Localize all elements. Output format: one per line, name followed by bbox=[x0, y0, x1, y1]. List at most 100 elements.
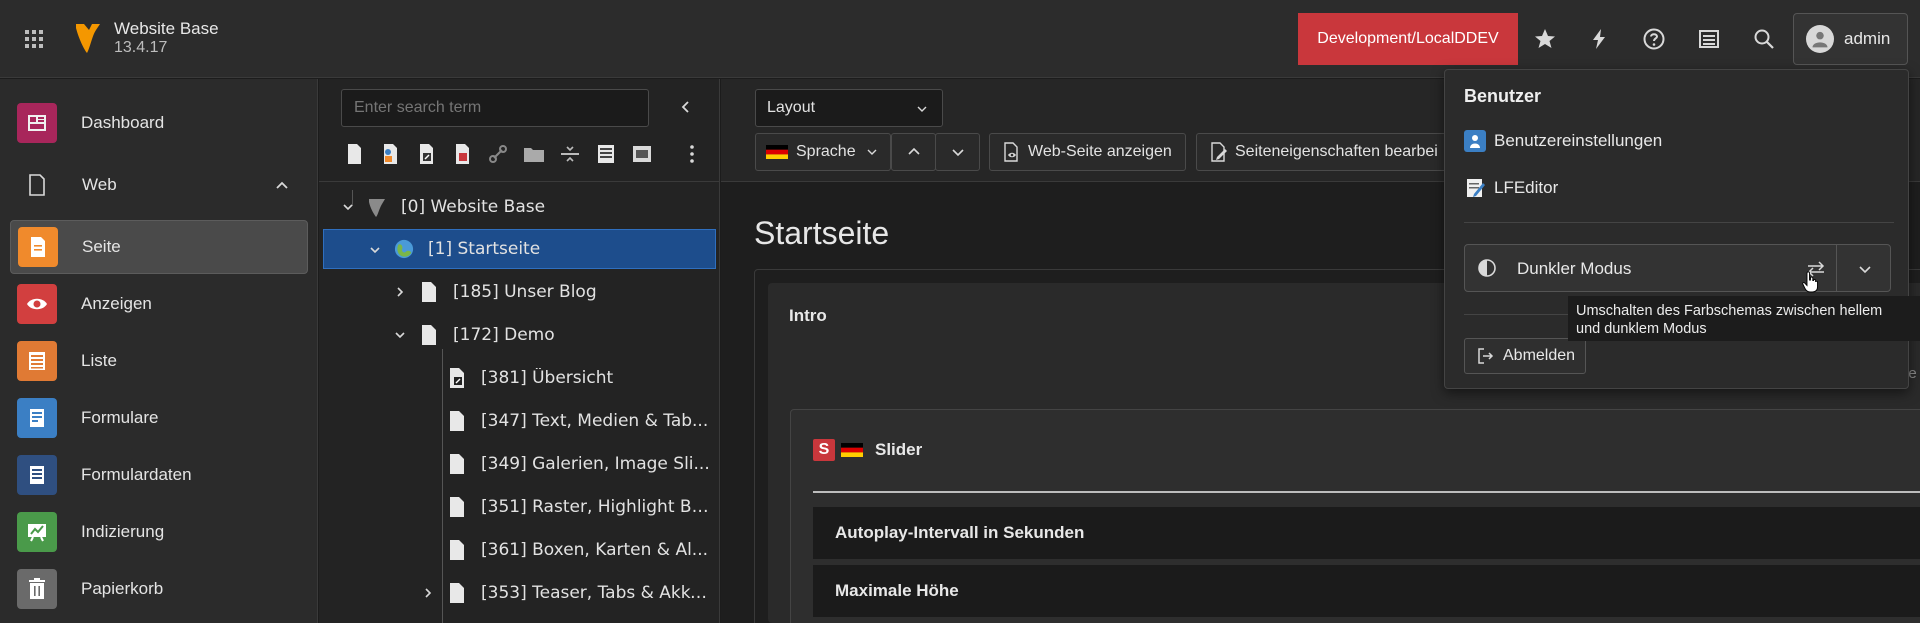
recycler-page-icon[interactable] bbox=[629, 141, 655, 167]
grid-icon[interactable] bbox=[22, 27, 46, 51]
top-bar: Website Base 13.4.17 Development/LocalDD… bbox=[0, 0, 1920, 78]
trash-icon bbox=[17, 569, 57, 609]
page-properties-button[interactable]: Seiteneigenschaften bearbei bbox=[1196, 133, 1456, 171]
module-page[interactable]: Seite bbox=[10, 220, 308, 274]
tree-node[interactable]: [349] Galerien, Image Sli... bbox=[323, 444, 716, 484]
layout-select-value: Layout bbox=[767, 99, 816, 116]
chevron-right-icon[interactable] bbox=[393, 285, 407, 299]
tree-node[interactable]: [347] Text, Medien & Tab... bbox=[323, 401, 716, 441]
tree-node-label: [381] Übersicht bbox=[481, 368, 614, 388]
content-element-title: Slider bbox=[875, 440, 923, 459]
list-icon bbox=[17, 341, 57, 381]
move-up-button[interactable] bbox=[891, 133, 936, 171]
page-icon bbox=[422, 282, 436, 302]
page-title: Startseite bbox=[754, 215, 890, 251]
chevron-down-icon[interactable] bbox=[1858, 262, 1872, 276]
site-version: 13.4.17 bbox=[114, 39, 168, 56]
user-icon bbox=[1806, 25, 1834, 53]
external-link-page-icon[interactable] bbox=[449, 141, 475, 167]
spacer-icon[interactable] bbox=[557, 141, 583, 167]
field-row: Autoplay-Intervall in Sekunden bbox=[813, 507, 1920, 559]
module-forms[interactable]: Formulare bbox=[10, 391, 308, 445]
divider bbox=[319, 181, 720, 182]
tree-search-input[interactable] bbox=[341, 89, 649, 127]
view-webpage-label: Web-Seite anzeigen bbox=[1028, 143, 1172, 160]
module-list[interactable]: Liste bbox=[10, 334, 308, 388]
tooltip-line: und dunklem Modus bbox=[1576, 321, 1707, 337]
list-icon[interactable] bbox=[1694, 24, 1724, 54]
lfeditor-icon bbox=[1464, 177, 1486, 199]
contrast-icon bbox=[1478, 259, 1496, 277]
page-icon bbox=[450, 454, 464, 474]
user-name: admin bbox=[1844, 29, 1891, 48]
folder-icon[interactable] bbox=[521, 141, 547, 167]
user-settings-item[interactable]: Benutzereinstellungen bbox=[1464, 130, 1662, 152]
tree-node[interactable]: [0] Website Base bbox=[323, 187, 716, 227]
shortcut-page-icon[interactable] bbox=[413, 141, 439, 167]
module-formdata[interactable]: Formulardaten bbox=[10, 448, 308, 502]
backend-section-icon[interactable] bbox=[377, 141, 403, 167]
module-group-label: Web bbox=[82, 175, 117, 194]
module-label: Formulardaten bbox=[81, 465, 192, 484]
tree-node[interactable]: [351] Raster, Highlight Bo... bbox=[323, 487, 716, 527]
help-icon[interactable] bbox=[1639, 24, 1669, 54]
new-page-icon[interactable] bbox=[341, 141, 367, 167]
page-icon bbox=[450, 583, 464, 603]
more-options-icon[interactable] bbox=[679, 141, 705, 167]
module-label: Liste bbox=[81, 351, 117, 370]
chevron-right-icon[interactable] bbox=[421, 586, 435, 600]
tree-node-selected[interactable]: [1] Startseite bbox=[323, 229, 716, 269]
star-icon[interactable] bbox=[1530, 24, 1560, 54]
sysfolder-icon[interactable] bbox=[593, 141, 619, 167]
bolt-icon[interactable] bbox=[1584, 24, 1614, 54]
edit-page-icon bbox=[1211, 142, 1227, 162]
eye-icon bbox=[17, 284, 57, 324]
chevron-down-icon[interactable] bbox=[393, 328, 407, 342]
tree-node[interactable]: [353] Teaser, Tabs & Akko... bbox=[323, 573, 716, 613]
user-settings-icon bbox=[1464, 130, 1486, 152]
move-down-button[interactable] bbox=[935, 133, 980, 171]
page-icon bbox=[422, 325, 436, 345]
collapse-tree-icon[interactable] bbox=[676, 97, 696, 117]
chevron-down-icon[interactable] bbox=[341, 200, 355, 214]
lfeditor-item[interactable]: LFEditor bbox=[1464, 177, 1558, 199]
logout-icon bbox=[1478, 348, 1494, 364]
site-name: Website Base bbox=[114, 19, 219, 38]
tree-node[interactable]: [172] Demo bbox=[323, 315, 716, 355]
tree-node[interactable]: [185] Unser Blog bbox=[323, 272, 716, 312]
layout-select[interactable]: Layout bbox=[755, 89, 943, 127]
module-menu: Dashboard Web Seite Anzeigen Liste Formu… bbox=[0, 79, 318, 623]
divider bbox=[1836, 245, 1837, 291]
module-label: Indizierung bbox=[81, 522, 165, 541]
language-button[interactable]: Sprache bbox=[755, 133, 891, 171]
content-element-header[interactable]: S Slider bbox=[813, 439, 922, 461]
tree-node-label: [361] Boxen, Karten & Al... bbox=[481, 540, 709, 560]
module-label: Formulare bbox=[81, 408, 159, 427]
tree-node[interactable]: [361] Boxen, Karten & Al... bbox=[323, 530, 716, 570]
typo3-logo[interactable] bbox=[74, 20, 102, 56]
dark-mode-label[interactable]: Dunkler Modus bbox=[1517, 259, 1631, 279]
user-settings-label: Benutzereinstellungen bbox=[1494, 131, 1663, 150]
user-dropdown-menu: Benutzer Benutzereinstellungen LFEditor … bbox=[1444, 69, 1909, 389]
dropdown-title: Benutzer bbox=[1464, 86, 1542, 106]
module-dashboard[interactable]: Dashboard bbox=[10, 96, 308, 150]
tree-node-label: [185] Unser Blog bbox=[453, 282, 597, 302]
module-recycler[interactable]: Papierkorb bbox=[10, 562, 308, 616]
module-indexing[interactable]: Indizierung bbox=[10, 505, 308, 559]
module-label: Anzeigen bbox=[81, 294, 152, 313]
search-icon[interactable] bbox=[1749, 24, 1779, 54]
view-webpage-button[interactable]: Web-Seite anzeigen bbox=[989, 133, 1186, 171]
section-title: Intro bbox=[789, 306, 827, 325]
page-properties-label: Seiteneigenschaften bearbei bbox=[1235, 143, 1438, 160]
logout-button[interactable]: Abmelden bbox=[1464, 338, 1586, 374]
chevron-down-icon[interactable] bbox=[368, 243, 382, 257]
tree-node[interactable]: [381] Übersicht bbox=[323, 358, 716, 398]
formdata-icon bbox=[17, 455, 57, 495]
module-view[interactable]: Anzeigen bbox=[10, 277, 308, 331]
module-group-web[interactable]: Web bbox=[10, 159, 308, 211]
logout-label: Abmelden bbox=[1503, 347, 1576, 364]
user-menu-button[interactable]: admin bbox=[1793, 13, 1908, 65]
chevron-up-icon bbox=[276, 181, 288, 189]
module-label: Papierkorb bbox=[81, 579, 164, 598]
link-page-icon[interactable] bbox=[485, 141, 511, 167]
